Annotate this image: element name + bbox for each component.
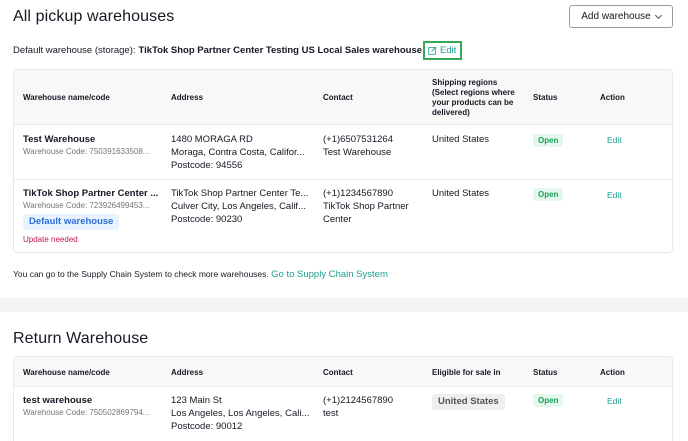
contact-phone: (+1)1234567890	[323, 188, 393, 199]
column-header-status: Status	[533, 368, 558, 377]
contact-name: TikTok Shop Partner	[323, 201, 409, 212]
postcode: Postcode: 94556	[171, 160, 243, 171]
warehouse-name: test warehouse	[23, 395, 93, 406]
edit-link[interactable]: Edit	[607, 190, 622, 200]
status-badge: Open	[533, 188, 564, 201]
chevron-down-icon	[654, 11, 662, 19]
edit-link[interactable]: Edit	[607, 135, 622, 145]
supply-chain-link[interactable]: Go to Supply Chain System	[271, 269, 388, 280]
column-header-contact: Contact	[323, 368, 353, 377]
table-header: Warehouse name/code Address Contact Elig…	[14, 357, 672, 387]
column-header-action: Action	[600, 93, 625, 102]
address-line: 123 Main St	[171, 395, 222, 406]
column-header-eligible: Eligible for sale in	[432, 368, 501, 377]
default-warehouse-name: TikTok Shop Partner Center Testing US Lo…	[138, 45, 423, 56]
default-warehouse-edit-button[interactable]: Edit	[423, 41, 463, 60]
warehouse-code: Warehouse Code: 750391633508...	[23, 147, 150, 156]
default-warehouse-edit-label: Edit	[440, 45, 457, 56]
contact-name: test	[323, 408, 339, 419]
contact-phone: (+1)6507531264	[323, 134, 393, 145]
add-warehouse-button[interactable]: Add warehouse	[569, 5, 673, 28]
status-badge: Open	[533, 394, 564, 407]
table-header: Warehouse name/code Address Contact Ship…	[14, 70, 672, 125]
column-header-name: Warehouse name/code	[23, 368, 110, 377]
add-warehouse-label: Add warehouse	[581, 11, 651, 22]
warehouse-code: Warehouse Code: 723926499453...	[23, 201, 150, 210]
address-line: Culver City, Los Angeles, Calif...	[171, 201, 306, 212]
return-section-title: Return Warehouse	[13, 330, 149, 347]
shipping-region: United States	[432, 188, 490, 199]
warehouse-code: Warehouse Code: 750502869794...	[23, 408, 150, 417]
column-header-address: Address	[171, 368, 204, 377]
contact-name: Test Warehouse	[323, 147, 392, 158]
section-divider	[0, 298, 688, 312]
default-warehouse-badge: Default warehouse	[23, 214, 120, 230]
column-header-status: Status	[533, 93, 558, 102]
contact-phone: (+1)2124567890	[323, 395, 393, 406]
eligible-region-badge: United States	[432, 394, 505, 410]
warehouse-name: Test Warehouse	[23, 134, 96, 145]
page-title: All pickup warehouses	[13, 8, 175, 25]
table-row: TikTok Shop Partner Center ... Warehouse…	[14, 180, 672, 252]
column-header-contact: Contact	[323, 93, 353, 102]
return-warehouse-table: Warehouse name/code Address Contact Elig…	[13, 356, 673, 441]
supply-chain-text: You can go to the Supply Chain System to…	[13, 269, 269, 279]
update-needed-note: Update needed	[23, 235, 78, 244]
column-header-address: Address	[171, 93, 204, 102]
default-warehouse-prefix: Default warehouse (storage):	[13, 45, 136, 56]
default-warehouse-line: Default warehouse (storage): TikTok Shop…	[13, 41, 463, 60]
warehouse-name: TikTok Shop Partner Center ...	[23, 188, 159, 199]
column-header-action: Action	[600, 368, 625, 377]
column-header-shipping-regions: Shipping regions (Select regions where y…	[432, 78, 515, 117]
contact-name: Center	[323, 214, 352, 225]
address-line: Los Angeles, Los Angeles, Cali...	[171, 408, 310, 419]
status-badge: Open	[533, 134, 564, 147]
edit-icon	[428, 46, 437, 55]
supply-chain-line: You can go to the Supply Chain System to…	[13, 269, 388, 280]
table-row: test warehouse Warehouse Code: 750502869…	[14, 387, 672, 441]
edit-link[interactable]: Edit	[607, 396, 622, 406]
postcode: Postcode: 90012	[171, 421, 243, 432]
shipping-region: United States	[432, 134, 490, 145]
postcode: Postcode: 90230	[171, 214, 243, 225]
pickup-warehouse-table: Warehouse name/code Address Contact Ship…	[13, 69, 673, 253]
column-header-name: Warehouse name/code	[23, 93, 110, 102]
address-line: 1480 MORAGA RD	[171, 134, 253, 145]
table-row: Test Warehouse Warehouse Code: 750391633…	[14, 125, 672, 180]
address-line: TikTok Shop Partner Center Te...	[171, 188, 309, 199]
address-line: Moraga, Contra Costa, Califor...	[171, 147, 305, 158]
